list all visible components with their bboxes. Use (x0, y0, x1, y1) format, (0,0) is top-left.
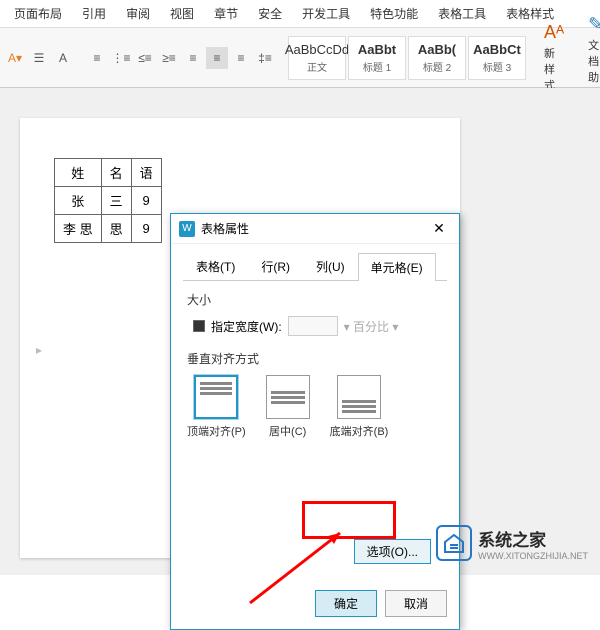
dialog-title-text: 表格属性 (201, 220, 427, 237)
tab-chapter[interactable]: 章节 (204, 0, 248, 28)
align-center-icon[interactable]: ≡ (206, 47, 228, 69)
ok-button[interactable]: 确定 (315, 590, 377, 617)
new-style-icon: Aᴬ (544, 22, 564, 43)
tab-table[interactable]: 表格(T) (183, 252, 248, 280)
align-options: 顶端对齐(P) 居中(C) 底端对齐(B) (187, 375, 443, 439)
tab-table-tools[interactable]: 表格工具 (428, 0, 496, 28)
tab-review[interactable]: 审阅 (116, 0, 160, 28)
tab-special[interactable]: 特色功能 (360, 0, 428, 28)
tab-references[interactable]: 引用 (72, 0, 116, 28)
align-right-icon[interactable]: ≡ (230, 47, 252, 69)
align-left-icon[interactable]: ≡ (182, 47, 204, 69)
align-center[interactable] (266, 375, 310, 419)
close-icon[interactable]: ✕ (427, 220, 451, 237)
watermark-url: WWW.XITONGZHIJIA.NET (478, 551, 588, 561)
style-h3[interactable]: AaBbCt标题 3 (468, 36, 526, 80)
table-row: 李 思思9 (55, 215, 162, 243)
tab-page-layout[interactable]: 页面布局 (4, 0, 72, 28)
width-spinner[interactable] (288, 316, 338, 336)
align-top-label: 顶端对齐(P) (187, 423, 246, 439)
font-group: A▾ ☰ A (4, 47, 74, 69)
style-h2[interactable]: AaBb(标题 2 (408, 36, 466, 80)
style-h1[interactable]: AaBbt标题 1 (348, 36, 406, 80)
tab-security[interactable]: 安全 (248, 0, 292, 28)
styles-group: AaBbCcDd正文 AaBbt标题 1 AaBb(标题 2 AaBbCt标题 … (288, 36, 526, 80)
align-top[interactable] (194, 375, 238, 419)
content-table[interactable]: 姓名语 张三9 李 思思9 (54, 158, 162, 243)
char-font-icon[interactable]: A (52, 47, 74, 69)
width-checkbox[interactable] (193, 320, 205, 332)
watermark-title: 系统之家 (478, 526, 588, 551)
highlight-icon[interactable]: ☰ (28, 47, 50, 69)
indent-dec-icon[interactable]: ≤≡ (134, 47, 156, 69)
watermark-logo-icon (436, 525, 472, 561)
doc-assistant-icon: ✎ (588, 14, 600, 35)
tab-developer[interactable]: 开发工具 (292, 0, 360, 28)
table-row: 张三9 (55, 187, 162, 215)
tab-cell[interactable]: 单元格(E) (358, 253, 436, 281)
tab-row[interactable]: 行(R) (248, 252, 303, 280)
document-area: 姓名语 张三9 李 思思9 ▸ W 表格属性 ✕ 表格(T) 行(R) 列(U)… (0, 88, 600, 575)
tab-view[interactable]: 视图 (160, 0, 204, 28)
bullets-icon[interactable]: ≡ (86, 47, 108, 69)
numbering-icon[interactable]: ⋮≡ (110, 47, 132, 69)
dialog-titlebar: W 表格属性 ✕ (171, 214, 459, 244)
options-button[interactable]: 选项(O)... (354, 539, 431, 564)
cancel-button[interactable]: 取消 (385, 590, 447, 617)
dialog-body: 大小 指定宽度(W): ▾ 百分比 ▾ 垂直对齐方式 顶端对齐(P) 居中(C) (171, 281, 459, 580)
ribbon-tabs: 页面布局 引用 审阅 视图 章节 安全 开发工具 特色功能 表格工具 表格样式 (0, 0, 600, 28)
width-label: 指定宽度(W): (211, 318, 282, 335)
dialog-tabs: 表格(T) 行(R) 列(U) 单元格(E) (183, 252, 447, 281)
dialog-footer: 确定 取消 (171, 580, 459, 629)
page-break-icon: ▸ (36, 343, 42, 357)
align-bottom[interactable] (337, 375, 381, 419)
align-bottom-label: 底端对齐(B) (330, 423, 389, 439)
unit-dropdown[interactable]: ▾ 百分比 ▾ (344, 318, 399, 335)
size-section-label: 大小 (187, 291, 443, 308)
ribbon-content: A▾ ☰ A ≡ ⋮≡ ≤≡ ≥≡ ≡ ≡ ≡ ‡≡ AaBbCcDd正文 Aa… (0, 28, 600, 88)
watermark: 系统之家 WWW.XITONGZHIJIA.NET (436, 525, 588, 561)
line-spacing-icon[interactable]: ‡≡ (254, 47, 276, 69)
paragraph-group: ≡ ⋮≡ ≤≡ ≥≡ ≡ ≡ ≡ ‡≡ (86, 47, 276, 69)
align-section-label: 垂直对齐方式 (187, 350, 443, 367)
width-row: 指定宽度(W): ▾ 百分比 ▾ (187, 316, 443, 336)
align-center-label: 居中(C) (269, 423, 306, 439)
app-icon: W (179, 221, 195, 237)
table-row: 姓名语 (55, 159, 162, 187)
font-color-icon[interactable]: A▾ (4, 47, 26, 69)
table-properties-dialog: W 表格属性 ✕ 表格(T) 行(R) 列(U) 单元格(E) 大小 指定宽度(… (170, 213, 460, 630)
new-style-button[interactable]: Aᴬ新样式 (538, 20, 570, 95)
style-normal[interactable]: AaBbCcDd正文 (288, 36, 346, 80)
tab-column[interactable]: 列(U) (303, 252, 358, 280)
indent-inc-icon[interactable]: ≥≡ (158, 47, 180, 69)
